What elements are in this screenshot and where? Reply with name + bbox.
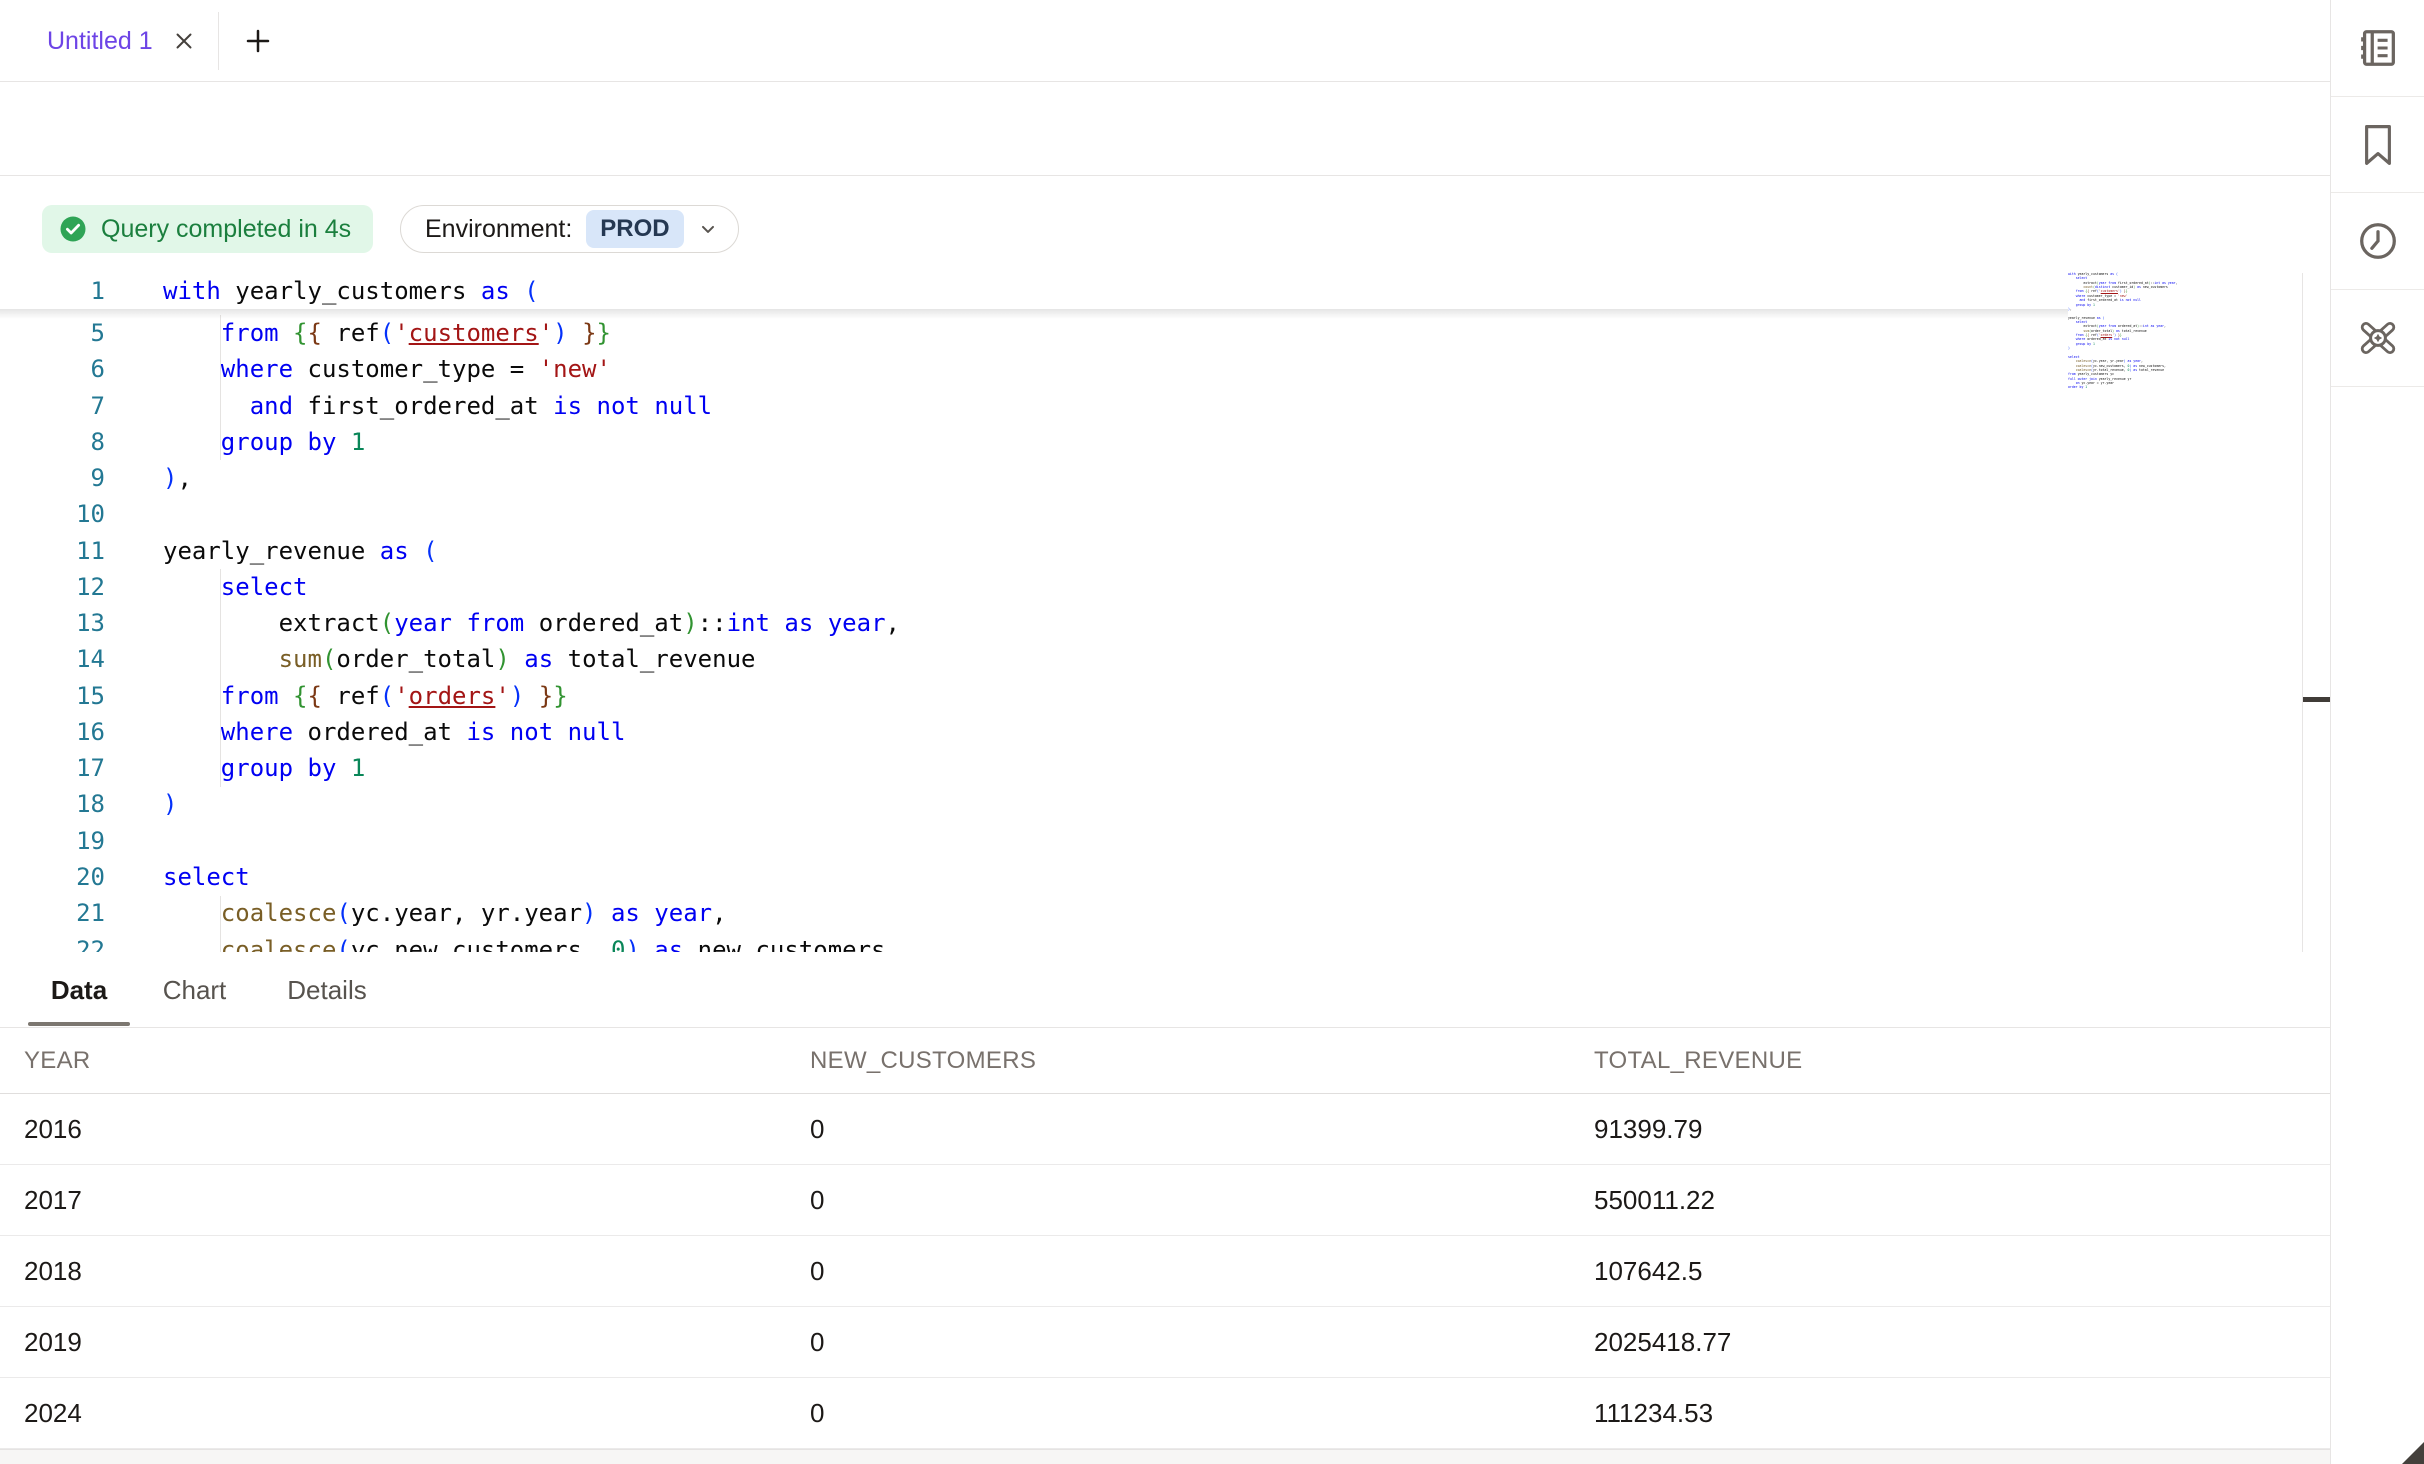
table-cell: 0 xyxy=(810,1094,824,1165)
code-lines[interactable]: 5 from {{ ref('customers') }}6 where cus… xyxy=(0,315,2068,952)
column-header-total-revenue[interactable]: TOTAL_REVENUE xyxy=(1594,1028,1802,1094)
table-row[interactable]: 2017 0 550011.22 xyxy=(0,1165,2330,1236)
horizontal-scrollbar[interactable] xyxy=(0,1449,2330,1464)
table-cell: 0 xyxy=(810,1378,824,1449)
table-row[interactable]: 2024 0 111234.53 xyxy=(0,1378,2330,1449)
table-row[interactable]: 2016 0 91399.79 xyxy=(0,1094,2330,1165)
minimap[interactable]: with yearly_customers as ( select extrac… xyxy=(2068,272,2194,392)
chevron-down-icon xyxy=(698,219,718,239)
overview-ruler xyxy=(2302,273,2303,952)
resize-corner-handle[interactable] xyxy=(2402,1442,2424,1464)
sticky-scroll-line: 1with yearly_customers as ( xyxy=(0,273,2068,310)
table-cell: 0 xyxy=(810,1236,824,1307)
plus-icon xyxy=(243,26,273,56)
table-cell: 0 xyxy=(810,1165,824,1236)
table-cell: 2018 xyxy=(24,1236,82,1307)
table-cell: 2025418.77 xyxy=(1594,1307,1731,1378)
new-tab-button[interactable] xyxy=(240,23,276,59)
query-status-badge: Query completed in 4s xyxy=(42,205,373,253)
table-cell: 2017 xyxy=(24,1165,82,1236)
sidebar-notebook-button[interactable] xyxy=(2331,0,2424,96)
sidebar-history-button[interactable] xyxy=(2331,193,2424,289)
tab-divider xyxy=(218,12,219,70)
close-icon[interactable] xyxy=(171,28,197,54)
table-cell: 91399.79 xyxy=(1594,1094,1702,1165)
sql-editor[interactable]: Query completed in 4s Environment: PROD … xyxy=(0,176,2330,952)
history-icon xyxy=(2355,218,2401,264)
indent-guide xyxy=(220,569,221,787)
tab-data-label: Data xyxy=(51,975,107,1006)
tab-data[interactable]: Data xyxy=(28,952,130,1028)
toolbar: Develop Run xyxy=(0,82,2330,176)
tab-details[interactable]: Details xyxy=(259,952,395,1028)
sidebar-canvas-button[interactable] xyxy=(2331,290,2424,386)
sidebar-bookmarks-button[interactable] xyxy=(2331,97,2424,192)
tab-details-label: Details xyxy=(287,975,366,1006)
table-cell: 550011.22 xyxy=(1594,1165,1715,1236)
tab-chart-label: Chart xyxy=(163,975,227,1006)
indent-guide xyxy=(220,896,221,952)
results-table-header: YEAR NEW_CUSTOMERS TOTAL_REVENUE xyxy=(0,1028,2330,1094)
table-cell: 2019 xyxy=(24,1307,82,1378)
tab-chart[interactable]: Chart xyxy=(136,952,253,1028)
editor-tab-bar: Untitled 1 xyxy=(0,0,2330,82)
environment-label: Environment: xyxy=(425,215,572,244)
check-circle-icon xyxy=(58,214,88,244)
results-tab-bar: Data Chart Details xyxy=(0,952,2330,1028)
dbt-canvas-icon xyxy=(2354,314,2402,362)
right-sidebar xyxy=(2330,0,2424,1464)
app-window: Untitled 1 Develop xyxy=(0,0,2424,1464)
tab-untitled-1[interactable]: Untitled 1 xyxy=(0,0,221,82)
indent-guide xyxy=(220,315,221,460)
table-row[interactable]: 2019 0 2025418.77 xyxy=(0,1307,2330,1378)
table-cell: 0 xyxy=(810,1307,824,1378)
column-header-new-customers[interactable]: NEW_CUSTOMERS xyxy=(810,1028,1036,1094)
environment-selector[interactable]: Environment: PROD xyxy=(400,205,739,253)
table-row[interactable]: 2018 0 107642.5 xyxy=(0,1236,2330,1307)
table-cell: 2024 xyxy=(24,1378,82,1449)
notebook-icon xyxy=(2355,25,2401,71)
environment-value-chip: PROD xyxy=(586,210,683,248)
results-table-body: 2016 0 91399.79 2017 0 550011.22 2018 0 107642.5… xyxy=(0,1094,2330,1449)
table-cell: 111234.53 xyxy=(1594,1378,1713,1449)
sticky-scroll-shadow xyxy=(0,309,2068,319)
bookmark-icon xyxy=(2357,122,2399,168)
query-status-text: Query completed in 4s xyxy=(101,215,351,244)
tab-label: Untitled 1 xyxy=(47,27,153,56)
active-tab-indicator xyxy=(28,1022,130,1026)
table-cell: 2016 xyxy=(24,1094,82,1165)
column-header-year[interactable]: YEAR xyxy=(24,1028,91,1094)
overview-ruler-cursor-marker xyxy=(2303,697,2330,702)
table-cell: 107642.5 xyxy=(1594,1236,1702,1307)
